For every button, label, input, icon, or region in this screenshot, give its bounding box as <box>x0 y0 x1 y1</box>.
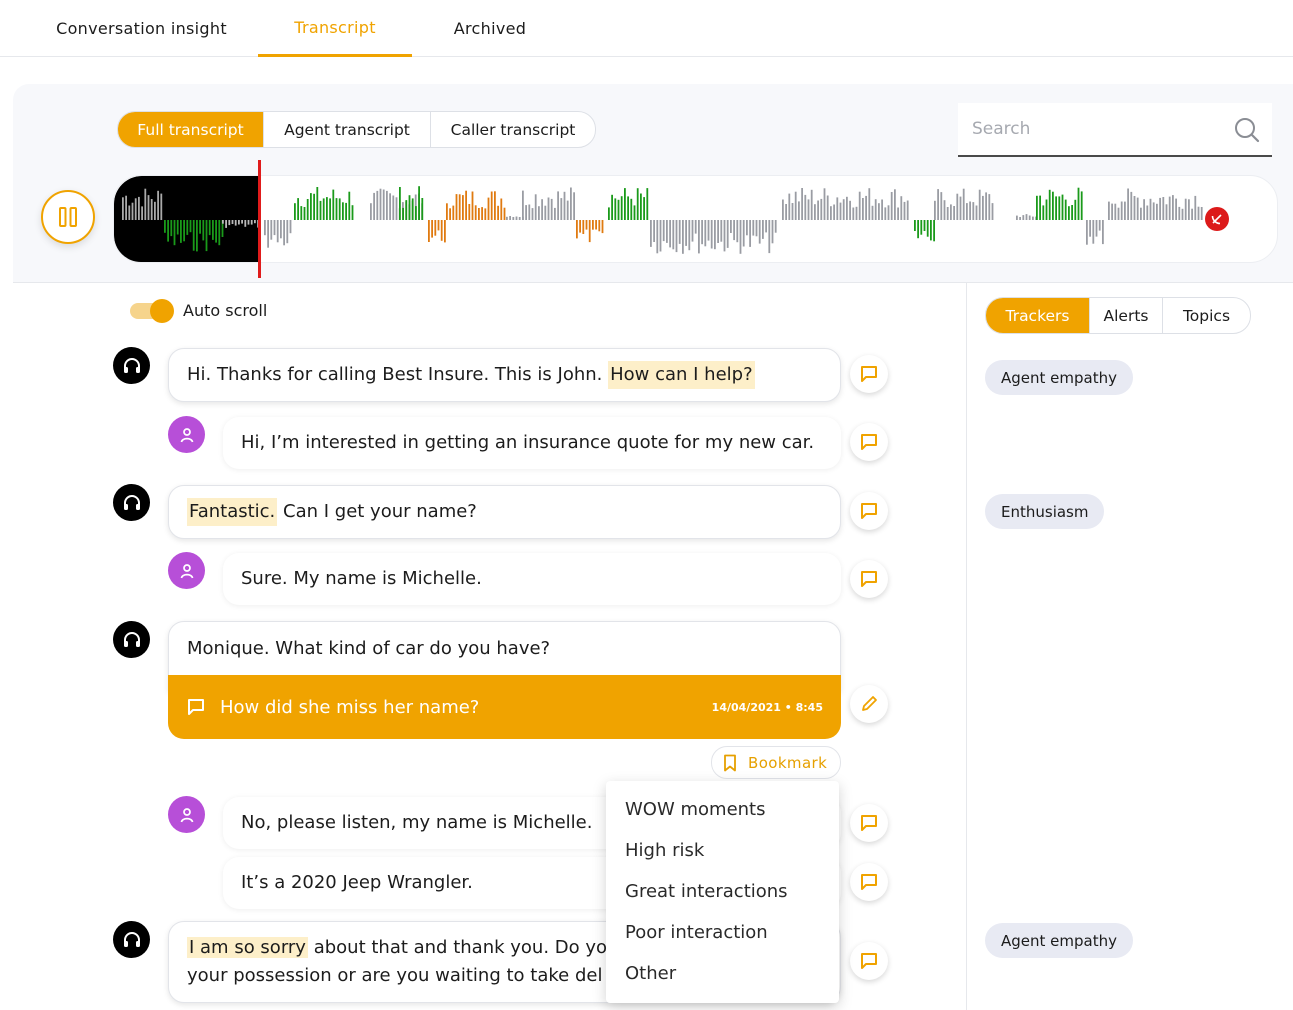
menu-item-wow-moments[interactable]: WOW moments <box>606 789 839 830</box>
tab-topics[interactable]: Topics <box>1163 298 1250 333</box>
caller-avatar <box>168 796 205 833</box>
headset-icon <box>123 931 140 947</box>
menu-item-poor-interaction[interactable]: Poor interaction <box>606 912 839 953</box>
user-icon <box>180 563 193 578</box>
highlighted-phrase[interactable]: I am so sorry <box>187 937 308 958</box>
top-tab-bar: Conversation insight Transcript Archived <box>0 0 1293 57</box>
comment-button[interactable] <box>850 560 888 598</box>
auto-scroll-label: Auto scroll <box>183 301 268 320</box>
bookmark-icon <box>724 754 736 771</box>
caller-message: Hi, I’m interested in getting an insuran… <box>223 417 841 469</box>
comment-date: 14/04/2021 • 8:45 <box>711 700 823 714</box>
headset-icon <box>123 357 140 373</box>
tab-trackers[interactable]: Trackers <box>986 298 1090 333</box>
tracker-chip[interactable]: Agent empathy <box>985 923 1133 958</box>
bookmark-label: Bookmark <box>748 753 828 772</box>
agent-avatar <box>113 921 150 958</box>
message-text: Hi. Thanks for calling Best Insure. This… <box>187 364 609 385</box>
caller-avatar <box>168 416 205 453</box>
waveform-bars <box>122 186 1203 254</box>
comment-button[interactable] <box>850 355 888 393</box>
comment-icon <box>861 815 877 831</box>
playhead[interactable] <box>258 160 261 278</box>
auto-scroll-toggle[interactable] <box>130 299 174 323</box>
menu-item-high-risk[interactable]: High risk <box>606 830 839 871</box>
comment-button[interactable] <box>850 492 888 530</box>
comment-icon <box>861 366 877 382</box>
comment-icon <box>861 874 877 890</box>
caller-message: Sure. My name is Michelle. <box>223 553 841 605</box>
comment-icon <box>188 699 204 715</box>
menu-item-other[interactable]: Other <box>606 953 839 994</box>
agent-avatar <box>113 621 150 658</box>
search-input[interactable] <box>958 103 1218 155</box>
bookmark-menu: WOW moments High risk Great interactions… <box>606 781 839 1003</box>
comment-text: How did she miss her name? <box>220 696 480 718</box>
user-icon <box>180 807 193 822</box>
highlighted-phrase[interactable]: Fantastic. <box>187 498 278 526</box>
search-icon[interactable] <box>1234 117 1260 143</box>
user-icon <box>180 427 193 442</box>
menu-item-great-interactions[interactable]: Great interactions <box>606 871 839 912</box>
comment-button[interactable] <box>850 863 888 901</box>
call-end-icon <box>1205 207 1229 231</box>
edit-comment-button[interactable] <box>850 685 888 723</box>
filter-agent-transcript[interactable]: Agent transcript <box>264 112 431 147</box>
bookmark-button[interactable]: Bookmark <box>711 746 841 779</box>
tracker-chip[interactable]: Enthusiasm <box>985 494 1105 529</box>
agent-message: Fantastic. Can I get your name? <box>168 485 841 539</box>
tab-conversation-insight[interactable]: Conversation insight <box>34 0 249 57</box>
pencil-icon <box>862 696 877 711</box>
comment-row[interactable]: How did she miss her name? 14/04/2021 • … <box>168 675 841 739</box>
headset-icon <box>123 494 140 510</box>
filter-caller-transcript[interactable]: Caller transcript <box>431 112 595 147</box>
pause-button[interactable] <box>41 190 95 244</box>
caller-avatar <box>168 552 205 589</box>
message-text: about that and thank you. Do you <box>307 937 619 958</box>
comment-icon <box>861 571 877 587</box>
comment-icon <box>861 503 877 519</box>
comment-icon <box>861 953 877 969</box>
tab-alerts[interactable]: Alerts <box>1090 298 1163 333</box>
comment-icon <box>861 434 877 450</box>
column-divider <box>966 283 967 1010</box>
comment-button[interactable] <box>850 423 888 461</box>
filter-full-transcript[interactable]: Full transcript <box>118 112 264 147</box>
search-box <box>958 103 1272 157</box>
comment-button[interactable] <box>850 804 888 842</box>
tracker-chip[interactable]: Agent empathy <box>985 360 1133 395</box>
audio-waveform[interactable] <box>113 175 1278 263</box>
tab-transcript[interactable]: Transcript <box>258 0 412 57</box>
headset-icon <box>123 631 140 647</box>
pause-icon <box>59 207 77 227</box>
message-text: Can I get your name? <box>277 501 477 522</box>
insight-tabs: Trackers Alerts Topics <box>985 297 1251 334</box>
transcript-filter: Full transcript Agent transcript Caller … <box>117 111 596 148</box>
highlighted-phrase[interactable]: How can I help? <box>608 361 755 389</box>
comment-button[interactable] <box>850 942 888 980</box>
agent-avatar <box>113 347 150 384</box>
tab-archived[interactable]: Archived <box>420 0 560 57</box>
agent-avatar <box>113 484 150 521</box>
agent-message: Hi. Thanks for calling Best Insure. This… <box>168 348 841 402</box>
